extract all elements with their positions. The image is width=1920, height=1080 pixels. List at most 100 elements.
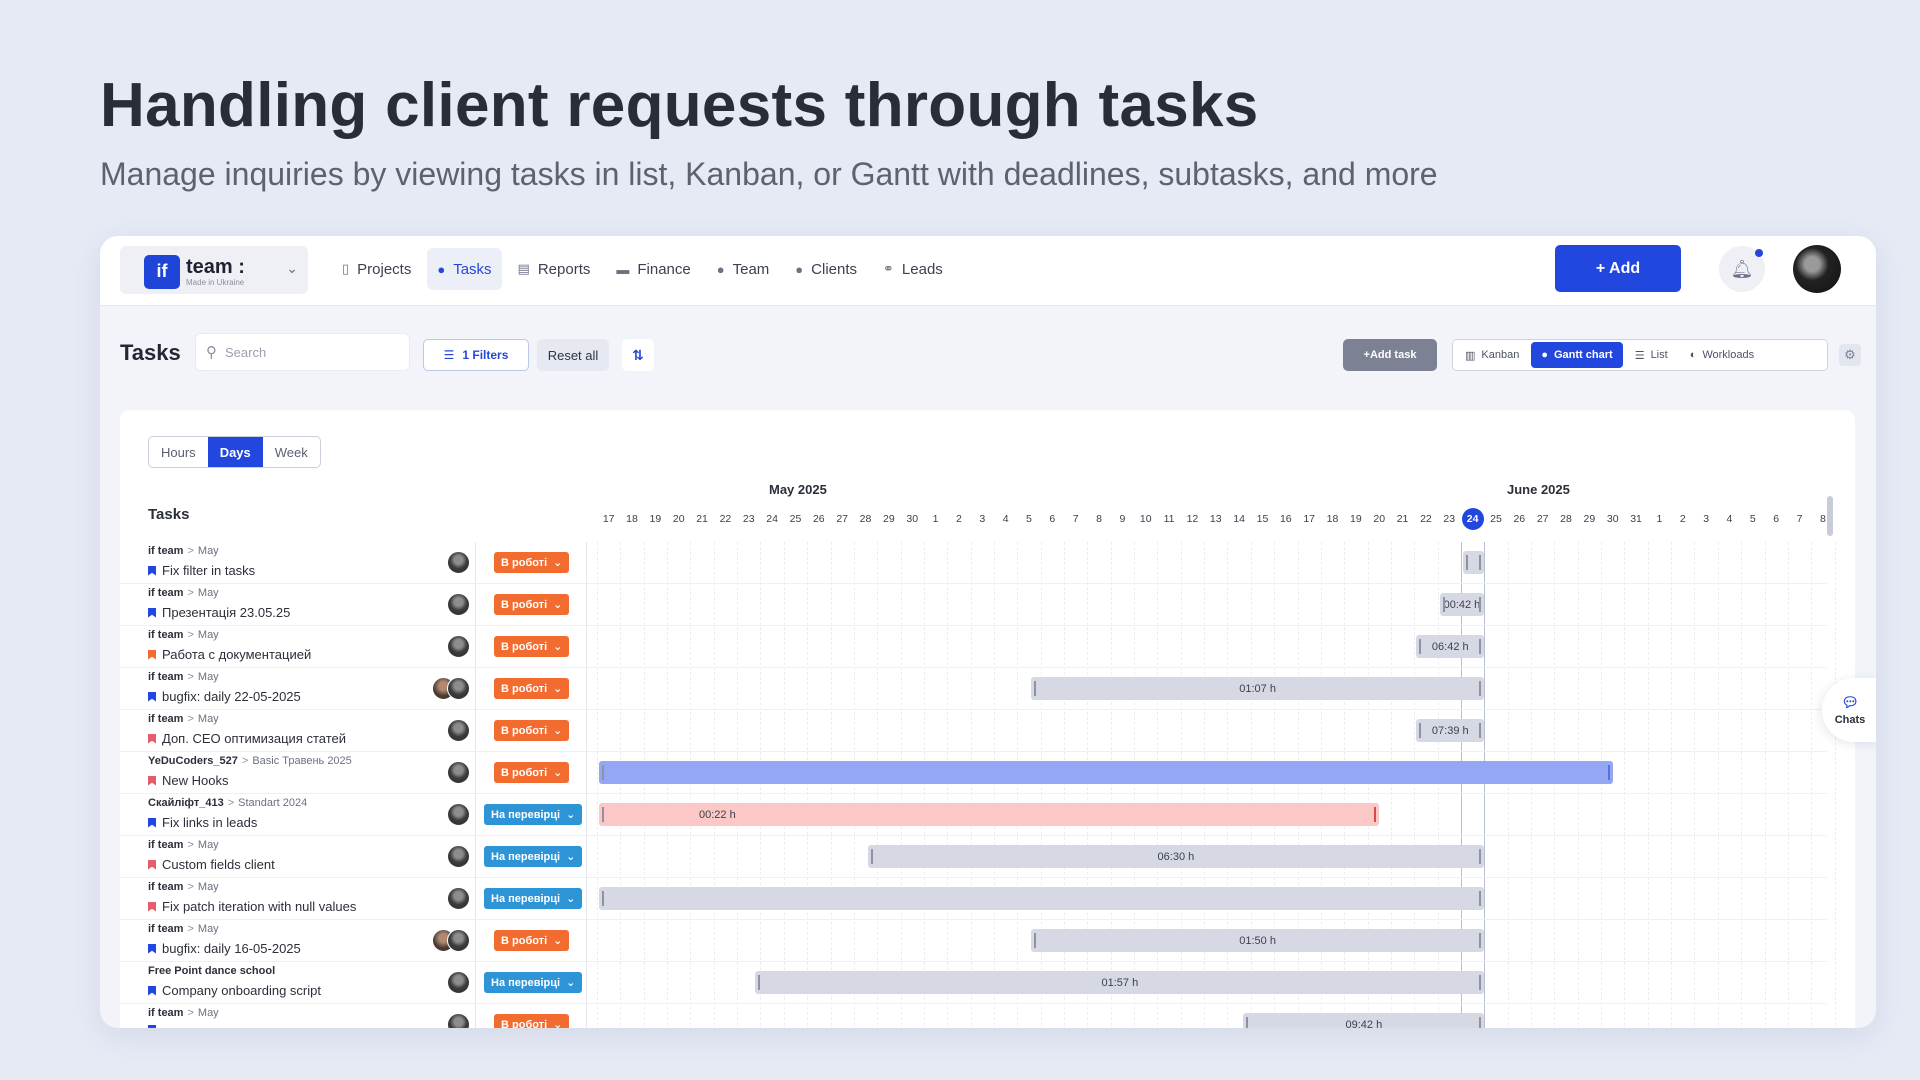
search-input[interactable]: ⚲ Search [195,333,410,371]
status-dropdown[interactable]: В роботі ⌄ [494,678,570,699]
task-name[interactable]: New Hooks [148,773,228,788]
status-dropdown[interactable]: В роботі ⌄ [494,552,570,573]
nav-item-label: Clients [811,260,858,278]
task-name[interactable] [148,1025,162,1028]
chat-bubbles-icon: 💬︎ [1841,694,1859,710]
priority-flag-icon [148,901,156,912]
status-dropdown[interactable]: На перевірці ⌄ [484,972,583,993]
status-dropdown[interactable]: В роботі ⌄ [494,930,570,951]
nav-item-projects[interactable]: ▯ Projects [332,248,421,290]
nav-item-reports[interactable]: ▤ Reports [508,248,601,290]
assignee-avatar[interactable] [447,719,470,742]
task-name[interactable]: Fix filter in tasks [148,563,255,578]
chevron-down-icon: ⌄ [566,809,576,821]
nav-item-clients[interactable]: ● Clients [785,248,867,290]
day-label: 19 [649,513,662,525]
notification-dot [1755,249,1763,257]
gantt-bar-label: 01:57 h [1101,976,1139,989]
view-workloads[interactable]: ◐ Workloads [1680,342,1764,368]
assignee-avatar[interactable] [447,593,470,616]
table-row: if team > May bugfix: daily 16-05-2025 В роб… [120,920,1827,962]
day-label: 22 [1420,513,1432,525]
add-task-button[interactable]: + Add task [1343,339,1437,371]
sort-icon[interactable]: ⇅ [622,339,654,371]
workspace-switcher[interactable]: if team : Made in Ukraine ⌄ [120,246,308,294]
status-dropdown[interactable]: В роботі ⌄ [494,720,570,741]
nav-item-leads[interactable]: ⚭ Leads [873,248,953,290]
chevron-down-icon: ⌄ [566,851,576,863]
task-name[interactable]: Fix patch iteration with null values [148,899,356,914]
status-dropdown[interactable]: В роботі ⌄ [494,1014,570,1028]
status-dropdown[interactable]: На перевірці ⌄ [484,846,583,867]
nav-item-tasks[interactable]: ● Tasks [427,248,502,290]
task-name[interactable]: bugfix: daily 22-05-2025 [148,689,301,704]
view-kanban[interactable]: ▥ Kanban [1455,342,1529,368]
priority-flag-icon [148,1025,156,1028]
reset-all-button[interactable]: Reset all [537,339,609,371]
finance-icon: ▬ [616,261,630,277]
status-dropdown[interactable]: На перевірці ⌄ [484,888,583,909]
assignee-avatar[interactable] [447,803,470,826]
gantt-bar[interactable]: 09:42 h [1243,1013,1485,1028]
nav-item-team[interactable]: ● Team [707,248,780,290]
task-name[interactable]: Company onboarding script [148,983,321,998]
assignee-avatar[interactable] [447,1013,470,1028]
priority-flag-icon [148,691,156,702]
task-project: if team [148,923,184,935]
task-project: if team [148,587,184,599]
task-name[interactable]: Работа с документацией [148,647,311,662]
gantt-bar[interactable]: 01:57 h [755,971,1485,994]
add-button[interactable]: + Add [1555,245,1681,292]
scrollbar[interactable] [1827,496,1833,536]
status-dropdown[interactable]: В роботі ⌄ [494,636,570,657]
gantt-bar[interactable]: 07:39 h [1416,719,1485,742]
gantt-bar[interactable]: 00:42 h [1439,593,1485,616]
scale-days[interactable]: Days [207,437,263,467]
gantt-bar[interactable]: 06:30 h [867,845,1485,868]
day-label: 18 [626,513,638,525]
assignee-avatar[interactable] [447,971,470,994]
page-subheadline: Manage inquiries by viewing tasks in lis… [100,156,1438,192]
day-label: 20 [672,513,685,525]
status-label: На перевірці [491,808,561,821]
gantt-bar[interactable]: 06:42 h [1416,635,1485,658]
nav-item-finance[interactable]: ▬ Finance [606,248,700,290]
task-name[interactable]: bugfix: daily 16-05-2025 [148,941,301,956]
gantt-bar[interactable] [599,887,1485,910]
breadcrumb-separator: > [187,713,194,725]
table-row: YeDuCoders_527 > Basic Травень 2025 New Hoo… [120,752,1827,794]
assignee-avatar[interactable] [447,677,470,700]
assignee-avatar[interactable] [447,635,470,658]
view-list[interactable]: ☰ List [1625,342,1678,368]
gear-icon[interactable]: ⚙ [1839,344,1861,366]
scale-hours[interactable]: Hours [149,437,208,467]
status-dropdown[interactable]: В роботі ⌄ [494,594,570,615]
assignee-avatar[interactable] [447,551,470,574]
user-avatar[interactable] [1793,245,1841,293]
assignee-avatar[interactable] [447,845,470,868]
tasks-toolbar: Tasks ⚲ Search ☰ 1 Filters Reset all ⇅ +… [100,306,1876,386]
gantt-bar[interactable]: 00:22 h [599,803,1380,826]
task-name[interactable]: Презентація 23.05.25 [148,605,290,620]
chevron-down-icon: ⌄ [553,767,563,779]
task-name-label: Fix patch iteration with null values [162,899,357,914]
filters-button[interactable]: ☰ 1 Filters [423,339,529,371]
sliders-icon: ☰ [443,348,455,362]
task-name[interactable]: Доп. СЕО оптимизация статей [148,731,346,746]
task-name[interactable]: Custom fields client [148,857,275,872]
status-dropdown[interactable]: На перевірці ⌄ [484,804,583,825]
scale-week[interactable]: Week [263,437,320,467]
task-subproject: May [197,923,219,935]
view-gantt-chart[interactable]: ● Gantt chart [1531,342,1623,368]
assignee-avatar[interactable] [447,761,470,784]
gantt-bar[interactable] [599,761,1613,784]
assignee-avatar[interactable] [447,887,470,910]
task-name[interactable]: Fix links in leads [148,815,257,830]
gantt-panel: Hours Days Week May 2025 June 2025 Tasks 1… [120,410,1855,1028]
day-label: 15 [1256,513,1269,525]
gantt-bar[interactable]: 01:50 h [1030,929,1485,952]
status-dropdown[interactable]: В роботі ⌄ [494,762,570,783]
assignee-avatar[interactable] [447,929,470,952]
gantt-bar[interactable]: 01:07 h [1030,677,1485,700]
gantt-bar[interactable] [1462,551,1485,574]
